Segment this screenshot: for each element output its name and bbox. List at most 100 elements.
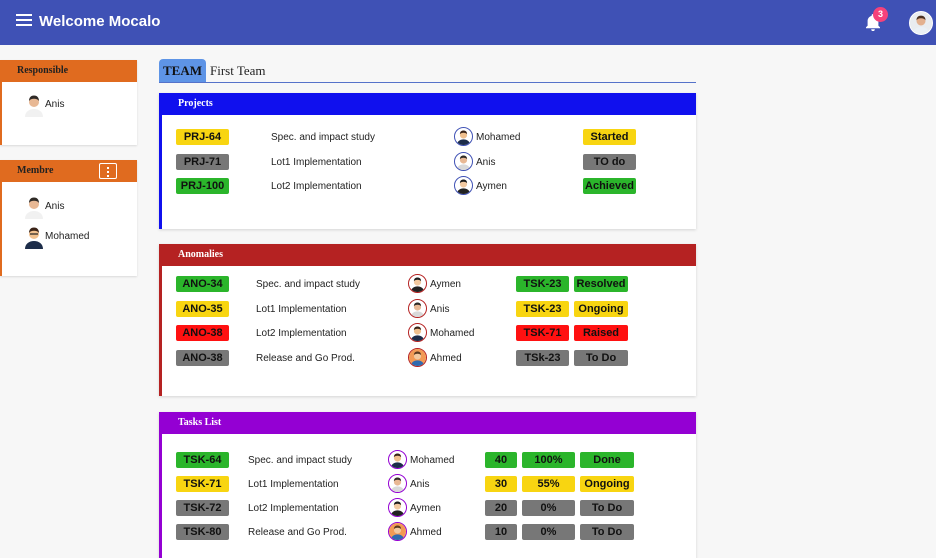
assignee-name: Ahmed — [410, 527, 442, 538]
status-badge: To Do — [580, 500, 634, 516]
person-avatar — [408, 299, 427, 318]
team-tag[interactable]: TEAM — [159, 59, 206, 82]
project-row[interactable]: PRJ-64 Spec. and impact study Mohamed Start… — [162, 125, 696, 149]
notification-badge[interactable]: 3 — [873, 7, 888, 22]
project-description: Spec. and impact study — [271, 132, 375, 143]
team-name: First Team — [210, 63, 266, 78]
avatar — [25, 197, 43, 219]
person-name: Mohamed — [45, 231, 90, 242]
project-id-badge[interactable]: PRJ-64 — [176, 129, 229, 145]
project-id-badge[interactable]: PRJ-71 — [176, 154, 229, 170]
assignee-name: Mohamed — [430, 328, 475, 339]
anomalies-title: Anomalies — [162, 244, 696, 266]
project-id-badge[interactable]: PRJ-100 — [176, 178, 229, 194]
task-id-badge[interactable]: TSK-72 — [176, 500, 229, 516]
status-badge: Ongoing — [580, 476, 634, 492]
top-app-bar: Welcome Mocalo 3 — [0, 0, 936, 45]
anomaly-row[interactable]: ANO-35 Lot1 Implementation Anis TSK-23 Ongoi… — [162, 297, 696, 321]
menu-icon[interactable] — [16, 14, 32, 28]
task-id-badge[interactable]: TSK-80 — [176, 524, 229, 540]
status-badge: Resolved — [574, 276, 628, 292]
members-panel: Membre Anis Mohamed — [0, 160, 137, 276]
anomaly-row[interactable]: ANO-34 Spec. and impact study Aymen TSK-23 R… — [162, 272, 696, 296]
anomaly-row[interactable]: ANO-38 Lot2 Implementation Mohamed TSK-71 Ra… — [162, 321, 696, 345]
tasks-title: Tasks List — [162, 412, 696, 434]
progress-badge: 0% — [522, 500, 575, 516]
assignee-name: Aymen — [430, 279, 461, 290]
person-avatar — [388, 474, 407, 493]
projects-title: Projects — [162, 93, 696, 115]
more-options-icon[interactable] — [99, 163, 117, 179]
responsible-person[interactable]: Anis — [2, 90, 137, 120]
anomaly-id-badge[interactable]: ANO-34 — [176, 276, 229, 292]
task-link-badge[interactable]: TSK-23 — [516, 301, 569, 317]
team-header: TEAM First Team — [159, 59, 696, 83]
responsible-title: Responsible — [2, 60, 137, 82]
project-row[interactable]: PRJ-71 Lot1 Implementation Anis TO do — [162, 150, 696, 174]
task-row[interactable]: TSK-71 Lot1 Implementation Anis 30 55% Ongoin… — [162, 472, 696, 496]
anomaly-description: Release and Go Prod. — [256, 353, 355, 364]
anomaly-id-badge[interactable]: ANO-38 — [176, 325, 229, 341]
avatar — [25, 227, 43, 249]
assignee-name: Anis — [476, 157, 496, 168]
person-avatar — [388, 450, 407, 469]
task-id-badge[interactable]: TSK-71 — [176, 476, 229, 492]
tasks-card: Tasks List TSK-64 Spec. and impact study M… — [159, 412, 696, 558]
project-description: Lot1 Implementation — [271, 157, 362, 168]
project-description: Lot2 Implementation — [271, 181, 362, 192]
person-avatar — [454, 127, 473, 146]
projects-card: Projects PRJ-64 Spec. and impact study Moh… — [159, 93, 696, 229]
person-avatar — [408, 323, 427, 342]
status-badge: Ongoing — [574, 301, 628, 317]
avatar — [25, 95, 43, 117]
task-row[interactable]: TSK-80 Release and Go Prod. Ahmed 10 0% To Do — [162, 520, 696, 544]
hours-badge: 20 — [485, 500, 517, 516]
status-badge: Achieved — [583, 178, 636, 194]
person-avatar — [454, 176, 473, 195]
status-badge: TO do — [583, 154, 636, 170]
assignee-name: Anis — [430, 304, 450, 315]
anomaly-id-badge[interactable]: ANO-35 — [176, 301, 229, 317]
task-link-badge[interactable]: TSk-23 — [516, 350, 569, 366]
status-badge: Started — [583, 129, 636, 145]
anomaly-description: Lot2 Implementation — [256, 328, 347, 339]
status-badge: To Do — [580, 524, 634, 540]
task-row[interactable]: TSK-64 Spec. and impact study Mohamed 40 100… — [162, 448, 696, 472]
progress-badge: 0% — [522, 524, 575, 540]
person-name: Anis — [45, 99, 65, 110]
hours-badge: 30 — [485, 476, 517, 492]
task-link-badge[interactable]: TSK-23 — [516, 276, 569, 292]
person-avatar — [408, 348, 427, 367]
person-avatar — [388, 498, 407, 517]
project-row[interactable]: PRJ-100 Lot2 Implementation Aymen Achieved — [162, 174, 696, 198]
anomaly-description: Spec. and impact study — [256, 279, 360, 290]
task-id-badge[interactable]: TSK-64 — [176, 452, 229, 468]
task-description: Release and Go Prod. — [248, 527, 347, 538]
hours-badge: 40 — [485, 452, 517, 468]
task-description: Lot2 Implementation — [248, 503, 339, 514]
assignee-name: Mohamed — [476, 132, 521, 143]
anomaly-row[interactable]: ANO-38 Release and Go Prod. Ahmed TSk-23 To … — [162, 346, 696, 370]
anomaly-id-badge[interactable]: ANO-38 — [176, 350, 229, 366]
person-avatar — [408, 274, 427, 293]
status-badge: Raised — [574, 325, 628, 341]
hours-badge: 10 — [485, 524, 517, 540]
member-item[interactable]: Mohamed — [2, 222, 137, 252]
person-avatar — [454, 152, 473, 171]
progress-badge: 55% — [522, 476, 575, 492]
anomaly-description: Lot1 Implementation — [256, 304, 347, 315]
members-title: Membre — [2, 160, 137, 182]
app-title: Welcome Mocalo — [39, 13, 161, 30]
status-badge: Done — [580, 452, 634, 468]
user-avatar[interactable] — [909, 11, 933, 35]
task-row[interactable]: TSK-72 Lot2 Implementation Aymen 20 0% To Do — [162, 496, 696, 520]
assignee-name: Anis — [410, 479, 430, 490]
person-name: Anis — [45, 201, 65, 212]
progress-badge: 100% — [522, 452, 575, 468]
person-avatar — [388, 522, 407, 541]
member-item[interactable]: Anis — [2, 192, 137, 222]
members-title-label: Membre — [17, 165, 54, 176]
task-link-badge[interactable]: TSK-71 — [516, 325, 569, 341]
assignee-name: Aymen — [476, 181, 507, 192]
anomalies-card: Anomalies ANO-34 Spec. and impact study Ay… — [159, 244, 696, 396]
